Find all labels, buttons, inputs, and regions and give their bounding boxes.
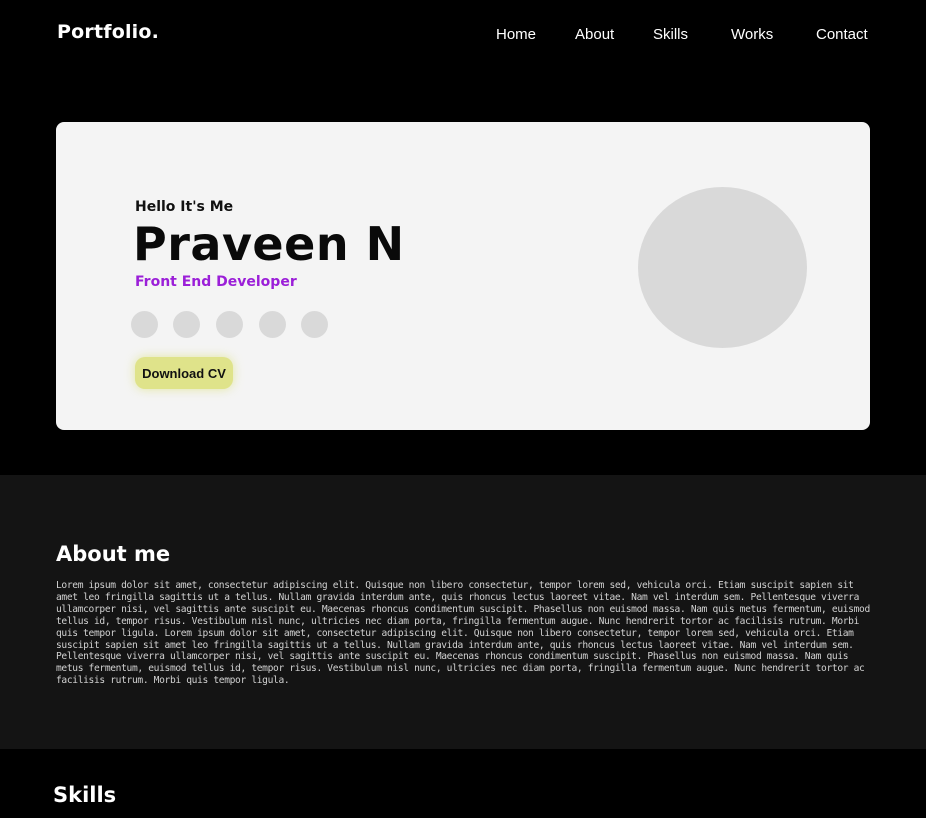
social-icon-3[interactable]	[216, 311, 243, 338]
about-section: About me Lorem ipsum dolor sit amet, con…	[0, 475, 926, 749]
profile-avatar	[638, 187, 807, 348]
about-text: Lorem ipsum dolor sit amet, consectetur …	[56, 580, 870, 687]
hero-role: Front End Developer	[135, 274, 297, 290]
about-title: About me	[56, 542, 171, 566]
nav-contact[interactable]: Contact	[816, 26, 868, 43]
social-icon-4[interactable]	[259, 311, 286, 338]
skills-title: Skills	[53, 783, 117, 807]
nav-skills[interactable]: Skills	[653, 26, 688, 43]
download-cv-button[interactable]: Download CV	[135, 357, 233, 389]
nav-works[interactable]: Works	[731, 26, 773, 43]
hero-card: Hello It's Me Praveen N Front End Develo…	[56, 122, 870, 430]
social-icon-5[interactable]	[301, 311, 328, 338]
social-icon-1[interactable]	[131, 311, 158, 338]
hero-name: Praveen N	[133, 217, 405, 271]
site-header: Portfolio. Home About Skills Works Conta…	[0, 0, 926, 70]
hero-greeting: Hello It's Me	[135, 199, 234, 215]
nav-about[interactable]: About	[575, 26, 614, 43]
main-nav: Home About Skills Works Contact	[0, 26, 926, 46]
social-icon-2[interactable]	[173, 311, 200, 338]
nav-home[interactable]: Home	[496, 26, 536, 43]
